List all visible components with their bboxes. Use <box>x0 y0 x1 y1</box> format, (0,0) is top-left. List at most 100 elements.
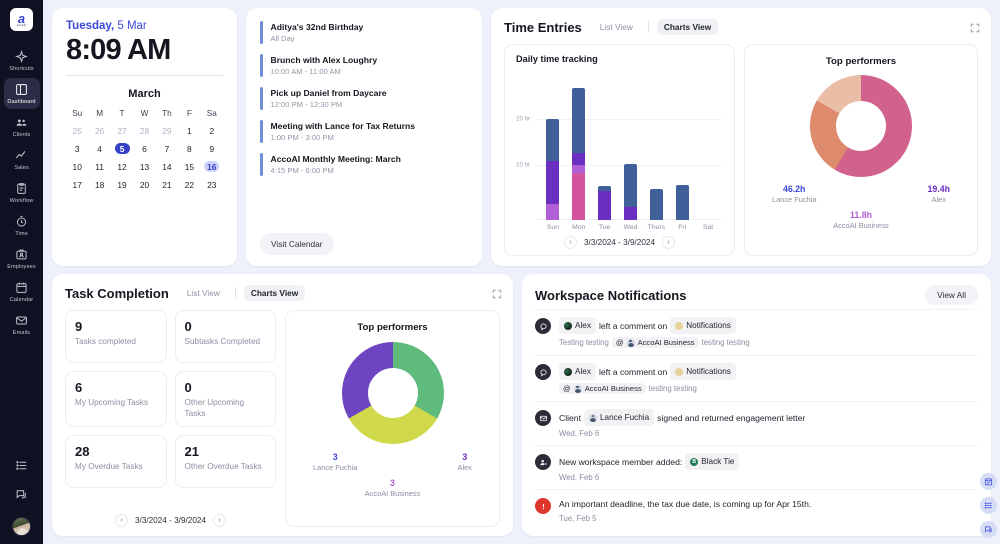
stat-card[interactable]: 0 Subtasks Completed <box>174 310 276 363</box>
calendar-day[interactable]: 22 <box>178 179 200 190</box>
notification-item[interactable]: Client Lance Fuchia signed and returned … <box>535 401 978 445</box>
sidebar-item-sales[interactable]: Sales <box>4 144 40 175</box>
calendar-day[interactable]: 26 <box>88 125 110 136</box>
donut-chart[interactable] <box>810 75 912 177</box>
calendar-day[interactable]: 27 <box>111 125 133 136</box>
chat-icon[interactable] <box>980 521 997 538</box>
calendar-day[interactable]: 19 <box>111 179 133 190</box>
app-logo[interactable]: a AccoAI <box>10 8 33 31</box>
event-item[interactable]: Pick up Daniel from Daycare 12:00 PM - 1… <box>260 87 468 110</box>
stat-card[interactable]: 21 Other Overdue Tasks <box>174 435 276 488</box>
event-title: Aditya's 32nd Birthday <box>270 22 364 32</box>
list-icon[interactable] <box>980 497 997 514</box>
bar-column[interactable] <box>618 74 644 220</box>
legend-item: 3 Lance Fuchia <box>313 452 357 472</box>
notification-item[interactable]: Alex left a comment on Notifications Tes… <box>535 309 978 355</box>
event-item[interactable]: Meeting with Lance for Tax Returns 1:00 … <box>260 120 468 143</box>
visit-calendar-button[interactable]: Visit Calendar <box>260 233 334 255</box>
calendar-day[interactable]: 1 <box>178 125 200 136</box>
sidebar-bottom <box>12 459 31 544</box>
calendar-day[interactable]: 13 <box>133 161 155 172</box>
sidebar-item-shortcuts[interactable]: Shortcuts <box>4 45 40 76</box>
client-chip[interactable]: Lance Fuchia <box>583 409 655 426</box>
event-item[interactable]: AccoAI Monthly Meeting: March 4:15 PM - … <box>260 153 468 176</box>
avatar[interactable] <box>12 517 31 536</box>
tab-list-view[interactable]: List View <box>593 19 640 35</box>
notification-item[interactable]: Alex left a comment on Notifications @ Ac… <box>535 355 978 401</box>
calendar-day[interactable]: 12 <box>111 161 133 172</box>
dashboard-app: a AccoAI Shortcuts Dashboard Clients Sal… <box>0 0 1000 544</box>
event-item[interactable]: Aditya's 32nd Birthday All Day <box>260 21 468 44</box>
sidebar-item-calendar[interactable]: Calendar <box>4 276 40 307</box>
tab-list-view[interactable]: List View <box>180 285 227 301</box>
sidebar-item-emails[interactable]: Emails <box>4 309 40 340</box>
legend-value: 3 <box>390 478 395 488</box>
stat-card[interactable]: 0 Other Upcoming Tasks <box>174 371 276 427</box>
bar-column[interactable] <box>566 74 592 220</box>
calendar-day-selected[interactable]: 5 <box>111 143 133 154</box>
calendar-day[interactable]: 29 <box>156 125 178 136</box>
time-entries-body: Daily time tracking 20 hr 10 hr Sun Mon … <box>504 44 978 256</box>
avatar <box>564 367 572 376</box>
calendar-day[interactable]: 23 <box>201 179 223 190</box>
sidebar-item-employees[interactable]: Employees <box>4 243 40 274</box>
chat-icon[interactable] <box>15 488 28 506</box>
tab-charts-view[interactable]: Charts View <box>243 285 306 301</box>
calendar-day[interactable]: 2 <box>201 125 223 136</box>
mention-chip[interactable]: @ AccoAI Business <box>611 337 699 348</box>
stat-card[interactable]: 28 My Overdue Tasks <box>65 435 167 488</box>
prev-range-button[interactable]: ‹ <box>114 514 128 527</box>
bar-column[interactable] <box>695 74 721 220</box>
calendar-day[interactable]: 8 <box>178 143 200 154</box>
calendar-day[interactable]: 6 <box>133 143 155 154</box>
calendar-day-highlighted[interactable]: 16 <box>201 161 223 172</box>
calendar-day[interactable]: 20 <box>133 179 155 190</box>
calendar-check-icon[interactable] <box>980 473 997 490</box>
calendar-day[interactable]: 28 <box>133 125 155 136</box>
calendar-day[interactable]: 7 <box>156 143 178 154</box>
calendar-day[interactable]: 17 <box>66 179 88 190</box>
notification-item[interactable]: New workspace member added: B Black Tie W… <box>535 445 978 489</box>
notification-item[interactable]: An important deadline, the tax due date,… <box>535 489 978 530</box>
mention-chip[interactable]: @ AccoAI Business <box>559 383 646 394</box>
event-time: All Day <box>270 34 295 43</box>
sidebar-item-time[interactable]: Time <box>4 210 40 241</box>
sidebar-item-workflow[interactable]: Workflow <box>4 177 40 208</box>
calendar-day[interactable]: 10 <box>66 161 88 172</box>
bar-column[interactable] <box>540 74 566 220</box>
workspace-notifications-card: Workspace Notifications View All Alex le… <box>522 274 991 536</box>
target-chip[interactable]: Notifications <box>670 317 736 334</box>
calendar-day[interactable]: 15 <box>178 161 200 172</box>
calendar-day[interactable]: 3 <box>66 143 88 154</box>
calendar-day[interactable]: 21 <box>156 179 178 190</box>
next-range-button[interactable]: › <box>213 514 227 527</box>
event-item[interactable]: Brunch with Alex Loughry 10:00 AM - 11:0… <box>260 54 468 77</box>
bar-column[interactable] <box>592 74 618 220</box>
list-icon[interactable] <box>15 459 28 477</box>
calendar-day[interactable]: 18 <box>88 179 110 190</box>
member-chip[interactable]: B Black Tie <box>685 453 740 470</box>
sidebar-item-dashboard[interactable]: Dashboard <box>3 78 40 109</box>
bar-column[interactable] <box>669 74 695 220</box>
tab-charts-view[interactable]: Charts View <box>656 19 719 35</box>
actor-chip[interactable]: Alex <box>559 363 596 380</box>
view-all-button[interactable]: View All <box>925 285 978 305</box>
calendar-day[interactable]: 14 <box>156 161 178 172</box>
donut-chart[interactable] <box>341 342 444 444</box>
stat-card[interactable]: 9 Tasks completed <box>65 310 167 363</box>
calendar-day[interactable]: 11 <box>88 161 110 172</box>
calendar-day[interactable]: 25 <box>66 125 88 136</box>
expand-icon[interactable] <box>970 20 980 38</box>
calendar-day[interactable]: 4 <box>88 143 110 154</box>
calendar-grid[interactable]: Su M T W Th F Sa 25 26 27 28 29 1 2 3 4 <box>66 109 223 190</box>
actor-chip[interactable]: Alex <box>559 317 596 334</box>
bar-column[interactable] <box>643 74 669 220</box>
expand-icon[interactable] <box>492 286 502 304</box>
target-chip[interactable]: Notifications <box>670 363 736 380</box>
legend-item: 19.4h Alex <box>928 184 951 204</box>
next-range-button[interactable]: › <box>662 236 676 249</box>
calendar-day[interactable]: 9 <box>201 143 223 154</box>
stat-card[interactable]: 6 My Upcoming Tasks <box>65 371 167 427</box>
sidebar-item-clients[interactable]: Clients <box>4 111 40 142</box>
prev-range-button[interactable]: ‹ <box>563 236 577 249</box>
